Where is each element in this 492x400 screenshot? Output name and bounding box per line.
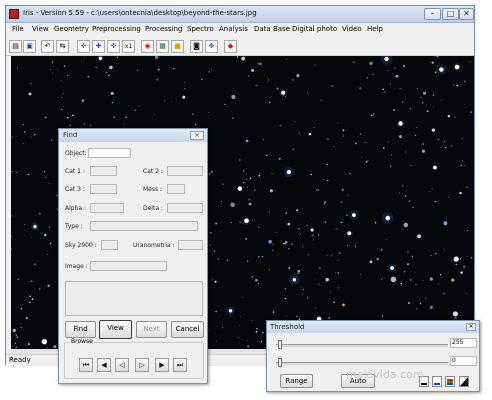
uranometria-field bbox=[178, 240, 203, 250]
red-circle-icon[interactable]: ◉ bbox=[141, 40, 154, 53]
image-field bbox=[90, 261, 167, 271]
watermark: malavida.com bbox=[346, 368, 424, 381]
find-dialog-title: Find bbox=[63, 131, 78, 139]
toolbar: ▤ ▣ ↶ ⇆ ✛ ✚ ✜ x1 ◉ ▦ ■ ◙ ✥ ◆ bbox=[6, 37, 474, 56]
undo-icon[interactable]: ↶ bbox=[41, 40, 54, 53]
minimize-button[interactable]: – bbox=[424, 8, 441, 20]
object-label: Object: bbox=[65, 150, 87, 157]
close-icon[interactable]: ✕ bbox=[466, 323, 476, 331]
image-label: Image : bbox=[65, 263, 88, 270]
cat3-label: Cat 3 : bbox=[65, 186, 85, 193]
menu-video[interactable]: Video bbox=[342, 25, 362, 33]
info-area bbox=[65, 281, 203, 316]
redo-icon[interactable]: ⇆ bbox=[56, 40, 69, 53]
low-threshold-value[interactable]: 0 bbox=[450, 356, 477, 366]
low-threshold-track[interactable] bbox=[276, 362, 448, 365]
menu-file[interactable]: File bbox=[12, 25, 24, 33]
menu-view[interactable]: View bbox=[32, 25, 49, 33]
status-text: Ready bbox=[9, 356, 31, 364]
close-button[interactable]: ✕ bbox=[459, 8, 474, 20]
find-button[interactable]: Find bbox=[65, 321, 96, 338]
uranometria-label: Uranometria : bbox=[133, 242, 175, 249]
cat1-field bbox=[90, 166, 117, 176]
view-button[interactable]: View bbox=[99, 320, 132, 339]
next-button[interactable]: Next bbox=[136, 321, 167, 338]
gradient-palette-icon[interactable] bbox=[459, 376, 469, 387]
save-icon[interactable]: ▣ bbox=[23, 40, 36, 53]
menu-help[interactable]: Help bbox=[367, 25, 383, 33]
cat1-label: Cat 1 : bbox=[65, 168, 85, 175]
cat3-field bbox=[90, 184, 117, 194]
last-icon[interactable]: ⏭ bbox=[173, 358, 187, 372]
cat2-label: Cat 2 : bbox=[143, 168, 163, 175]
find-dialog-titlebar: Find ✕ bbox=[59, 129, 207, 142]
sky2000-label: Sky 2000 : bbox=[65, 242, 97, 249]
object-input[interactable] bbox=[88, 148, 131, 158]
high-threshold-thumb[interactable] bbox=[278, 340, 282, 349]
cat2-field bbox=[167, 166, 203, 176]
camera-icon[interactable]: ◙ bbox=[190, 40, 203, 53]
next-icon[interactable]: ▶ bbox=[155, 358, 169, 372]
mess-field bbox=[167, 184, 185, 194]
crosshair-icon[interactable]: ✛ bbox=[77, 40, 90, 53]
blue-palette-icon[interactable] bbox=[432, 376, 442, 387]
type-label: Type : bbox=[65, 223, 83, 230]
step-back-icon[interactable]: ◁ bbox=[115, 358, 129, 372]
red-diamond-icon[interactable]: ◆ bbox=[224, 40, 237, 53]
alpha-label: Alpha : bbox=[65, 205, 86, 212]
step-forward-icon[interactable]: ▷ bbox=[135, 358, 149, 372]
threshold-titlebar: Threshold ✕ bbox=[267, 321, 479, 333]
open-icon[interactable]: ▤ bbox=[9, 40, 22, 53]
zoom-in-icon[interactable]: ✚ bbox=[92, 40, 105, 53]
maximize-button[interactable]: □ bbox=[442, 8, 459, 20]
menu-database[interactable]: Data Base bbox=[254, 25, 290, 33]
range-button[interactable]: Range bbox=[280, 374, 313, 388]
high-threshold-track[interactable] bbox=[276, 344, 448, 347]
menu-digital-photo[interactable]: Digital photo bbox=[292, 25, 337, 33]
first-icon[interactable]: ⏮ bbox=[79, 358, 93, 372]
alpha-field bbox=[90, 203, 124, 213]
cancel-button[interactable]: Cancel bbox=[171, 321, 204, 338]
sky2000-field bbox=[101, 240, 118, 250]
type-field bbox=[90, 221, 198, 231]
previous-icon[interactable]: ◀ bbox=[97, 358, 111, 372]
grid-icon[interactable]: ✥ bbox=[205, 40, 218, 53]
zoom-out-icon[interactable]: ✜ bbox=[107, 40, 120, 53]
low-threshold-thumb[interactable] bbox=[278, 358, 282, 367]
yellow-square-icon[interactable]: ■ bbox=[171, 40, 184, 53]
rainbow-palette-icon[interactable] bbox=[445, 376, 455, 387]
browse-label: Browse bbox=[70, 338, 94, 345]
app-icon bbox=[9, 9, 19, 19]
threshold-dialog: Threshold ✕ 255 0 Range Auto bbox=[266, 320, 480, 392]
close-icon[interactable]: ✕ bbox=[190, 131, 204, 140]
window-title: Iris - Version 5.59 - c:\users\ontecnia\… bbox=[23, 9, 257, 17]
menu-preprocessing[interactable]: Preprocessing bbox=[92, 25, 141, 33]
delta-label: Delta : bbox=[143, 205, 163, 212]
threshold-title: Threshold bbox=[270, 323, 305, 331]
menu-spectro[interactable]: Spectro bbox=[187, 25, 214, 33]
delta-field bbox=[167, 203, 203, 213]
menu-bar: File View Geometry Preprocessing Process… bbox=[6, 23, 474, 37]
menu-analysis[interactable]: Analysis bbox=[219, 25, 248, 33]
mess-label: Mess : bbox=[143, 186, 163, 193]
menu-geometry[interactable]: Geometry bbox=[54, 25, 89, 33]
menu-processing[interactable]: Processing bbox=[145, 25, 182, 33]
palette-icon[interactable]: ▦ bbox=[156, 40, 169, 53]
high-threshold-value[interactable]: 255 bbox=[450, 338, 477, 348]
title-bar: Iris - Version 5.59 - c:\users\ontecnia\… bbox=[6, 6, 474, 23]
find-dialog: Find ✕ Object: Cat 1 : Cat 2 : Cat 3 : M… bbox=[58, 128, 208, 384]
x1-icon[interactable]: x1 bbox=[122, 40, 135, 53]
